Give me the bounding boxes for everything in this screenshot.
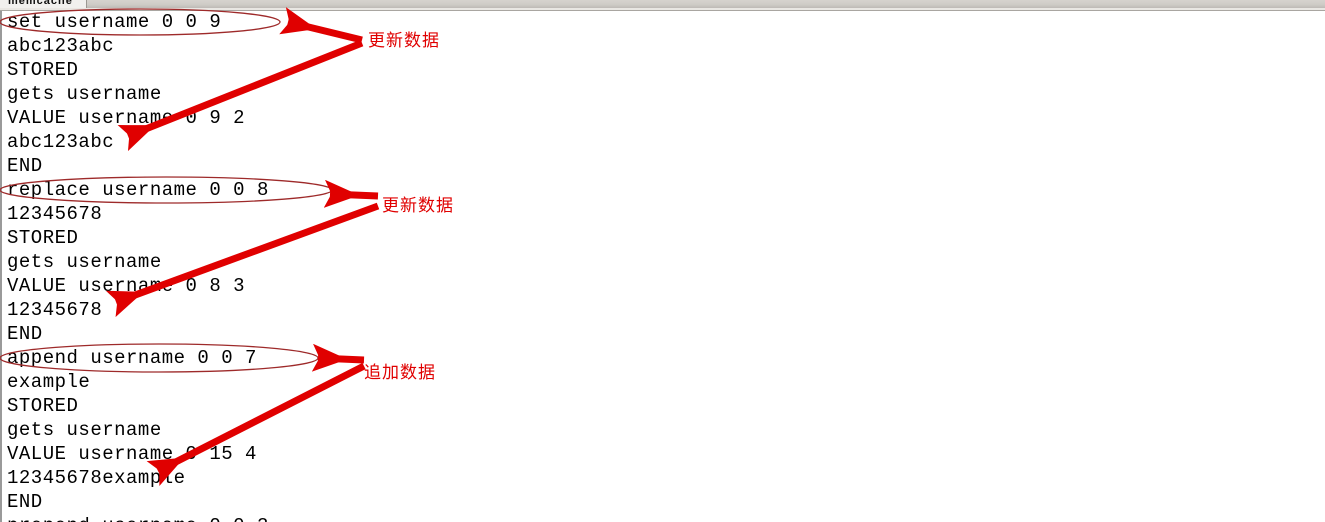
- console-line: gets username: [7, 83, 162, 105]
- console-line: abc123abc: [7, 131, 115, 153]
- console-line: abc123abc: [7, 35, 115, 57]
- console-line: STORED: [7, 59, 79, 81]
- console-line: 12345678: [7, 299, 103, 321]
- screenshot-root: memcache set username 0 0 9 abc123abc STOR…: [0, 0, 1325, 522]
- console-line: STORED: [7, 395, 79, 417]
- window-chrome: memcache: [0, 0, 1325, 8]
- console-line: VALUE username 0 15 4: [7, 443, 257, 465]
- window-tab[interactable]: memcache: [0, 0, 87, 8]
- window-tab-label: memcache: [8, 0, 73, 7]
- annotation-label: 追加数据: [364, 363, 436, 383]
- console-line: END: [7, 323, 43, 345]
- annotation-label: 更新数据: [368, 31, 440, 51]
- console-line: example: [7, 371, 91, 393]
- console-line: STORED: [7, 227, 79, 249]
- console-line: 12345678example: [7, 467, 186, 489]
- console-line: gets username: [7, 251, 162, 273]
- annotation-label: 更新数据: [382, 196, 454, 216]
- console-line: append username 0 0 7: [7, 347, 257, 369]
- console-line: 12345678: [7, 203, 103, 225]
- console-line: set username 0 0 9: [7, 11, 222, 33]
- console-line: VALUE username 0 9 2: [7, 107, 246, 129]
- console-line: VALUE username 0 8 3: [7, 275, 246, 297]
- console-line: gets username: [7, 419, 162, 441]
- console-line: END: [7, 491, 43, 513]
- console-line: replace username 0 0 8: [7, 179, 269, 201]
- console-line: END: [7, 155, 43, 177]
- console-line: prepend username 0 0 3: [7, 514, 269, 522]
- console-output[interactable]: set username 0 0 9 abc123abc STORED gets us…: [0, 11, 1325, 522]
